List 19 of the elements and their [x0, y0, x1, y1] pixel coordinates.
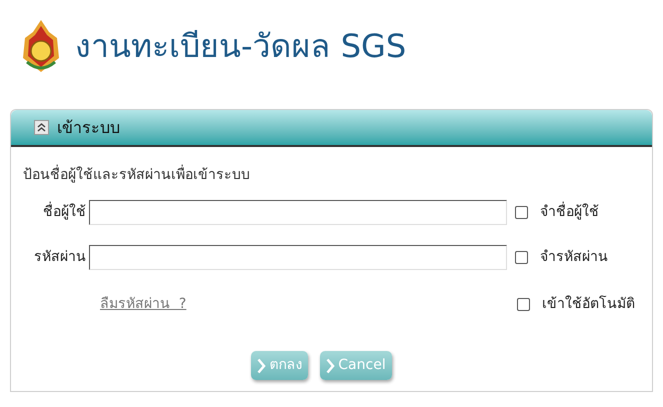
instruction-text: ป้อนชื่อผู้ใช้และรหัสผ่านเพื่อเข้าระบบ: [23, 165, 640, 186]
checkbox[interactable]: [515, 251, 528, 264]
input-field[interactable]: [89, 245, 507, 270]
input-field[interactable]: [89, 200, 507, 225]
collapse-icon[interactable]: [34, 120, 49, 135]
checkbox[interactable]: [515, 206, 528, 219]
checkbox[interactable]: [517, 298, 530, 311]
site-title: งานทะเบียน-วัดผล SGS: [75, 26, 406, 67]
forgot-password-link[interactable]: ลืมรหัสผ่าน ?: [100, 294, 186, 315]
chevron-icon: [326, 358, 336, 374]
field-label: รหัสผ่าน: [33, 248, 87, 267]
checkbox-label: จำชื่อผู้ใช้: [540, 202, 599, 223]
chevron-icon: [257, 358, 266, 374]
cancel-button[interactable]: Cancel: [320, 351, 392, 380]
panel-title: เข้าระบบ: [57, 116, 120, 138]
checkbox-label: เข้าใช้อัตโนมัติ: [542, 294, 635, 314]
field-label: ชื่อผู้ใช้: [23, 202, 89, 223]
ok-button[interactable]: ตกลง: [251, 351, 308, 380]
checkbox-label: จำรหัสผ่าน: [540, 248, 608, 267]
